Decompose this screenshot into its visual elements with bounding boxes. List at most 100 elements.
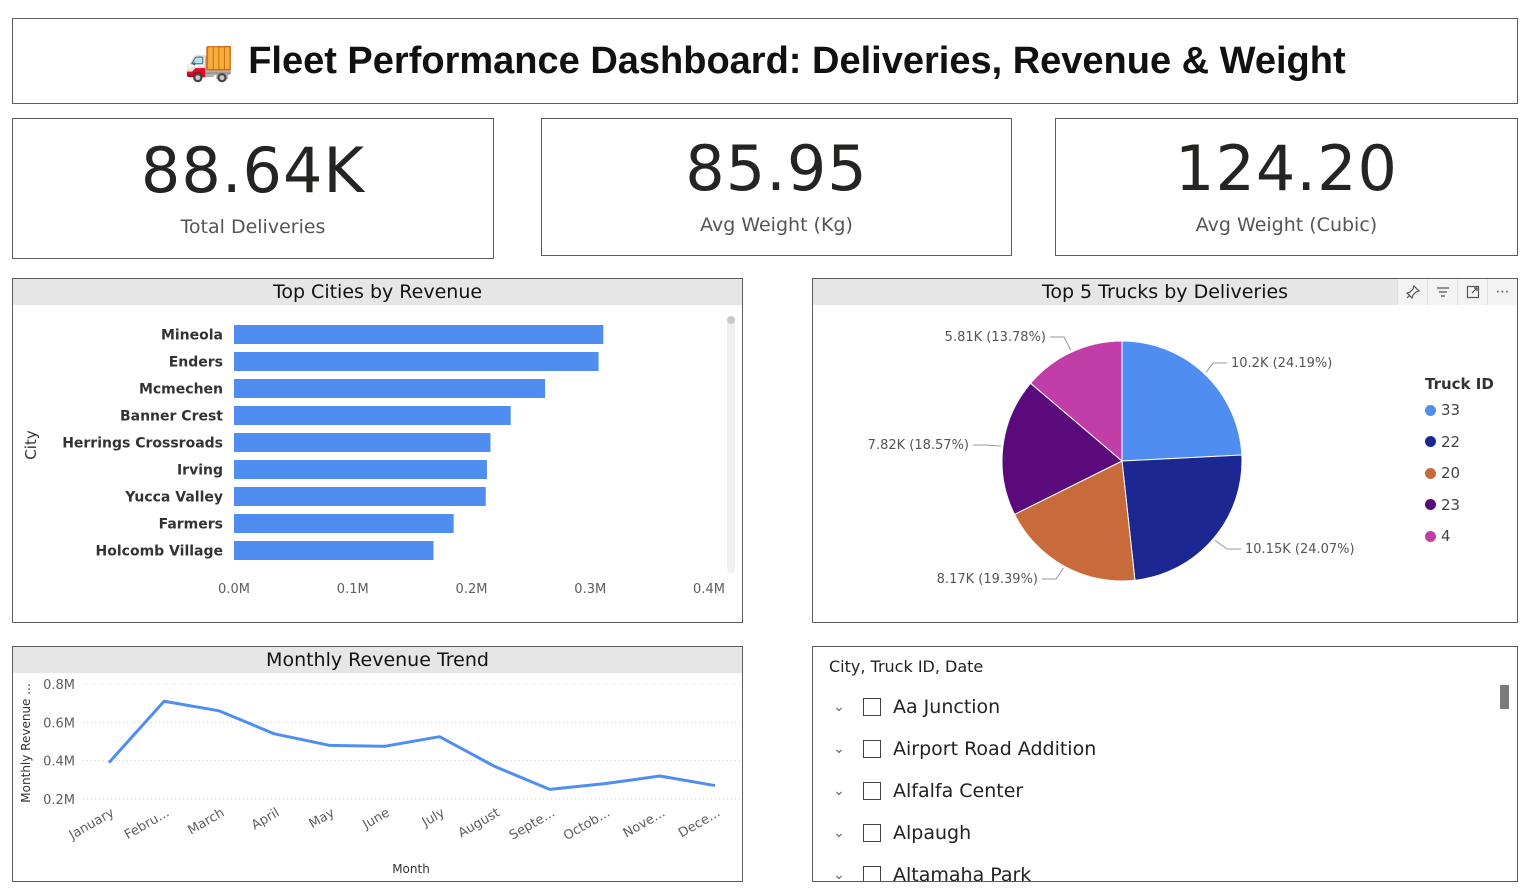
- x-tick-label: 0.1M: [337, 582, 369, 597]
- kpi-card-avg-weight-kg[interactable]: 85.95 Avg Weight (Kg): [541, 118, 1012, 256]
- kpi-value: 88.64K: [140, 133, 366, 207]
- legend-item[interactable]: 33: [1425, 401, 1460, 419]
- legend-label: 20: [1441, 464, 1461, 482]
- chevron-down-icon[interactable]: ⌄: [829, 699, 849, 715]
- top-trucks-deliveries-visual[interactable]: Top 5 Trucks by Deliveries ⋯ 10.2K (24.1…: [812, 278, 1518, 623]
- x-tick-label: August: [456, 805, 503, 841]
- legend-marker: [1425, 436, 1436, 447]
- slicer-item[interactable]: ⌄ Alfalfa Center: [829, 776, 1023, 806]
- bar: [234, 352, 599, 371]
- dashboard-title-bar: 🚚 Fleet Performance Dashboard: Deliverie…: [12, 18, 1518, 104]
- x-tick-label: July: [419, 805, 448, 830]
- bar: [234, 379, 546, 398]
- pie-slice: [1121, 454, 1243, 581]
- legend-label: 33: [1441, 401, 1461, 419]
- category-label: Holcomb Village: [96, 544, 223, 560]
- x-tick-label: Octob...: [561, 805, 613, 844]
- line-series: [107, 699, 716, 791]
- legend-item[interactable]: 22: [1425, 433, 1460, 451]
- category-label: Enders: [169, 355, 223, 371]
- slicer-item[interactable]: ⌄ Altamaha Park: [829, 860, 1032, 882]
- category-label: Herrings Crossroads: [62, 436, 223, 452]
- slicer-item-label: Aa Junction: [893, 696, 1001, 718]
- bar: [234, 433, 491, 452]
- kpi-value: 124.20: [1175, 132, 1398, 205]
- legend-marker: [1425, 499, 1436, 510]
- x-axis-title: Month: [392, 862, 430, 876]
- monthly-revenue-trend-visual[interactable]: Monthly Revenue Trend 0.2M 0.4M 0.6M 0.8M Ja…: [12, 646, 743, 882]
- leader-line: [1050, 336, 1072, 351]
- chevron-down-icon[interactable]: ⌄: [829, 867, 849, 881]
- data-label: 7.82K (18.57%): [868, 438, 969, 453]
- x-tick-label: March: [185, 805, 227, 838]
- slicer-item[interactable]: ⌄ Alpaugh: [829, 818, 971, 848]
- slicer-item[interactable]: ⌄ Airport Road Addition: [829, 734, 1096, 764]
- bar: [234, 460, 487, 479]
- slicer-item[interactable]: ⌄ Aa Junction: [829, 692, 1000, 722]
- legend-marker: [1425, 404, 1436, 416]
- slicer-checkbox[interactable]: [863, 782, 881, 800]
- x-tick-label: April: [249, 805, 282, 833]
- kpi-label: Avg Weight (Cubic): [1195, 214, 1378, 236]
- x-tick-label: Dece...: [676, 805, 723, 841]
- line-chart: 0.2M 0.4M 0.6M 0.8M January Febru... March Apri…: [19, 678, 741, 876]
- x-tick-label: 0.0M: [218, 582, 250, 597]
- truck-icon: 🚚: [184, 38, 235, 84]
- category-label: Banner Crest: [120, 409, 223, 425]
- data-label: 10.2K (24.19%): [1231, 356, 1332, 371]
- legend-item[interactable]: 23: [1425, 496, 1460, 514]
- focus-mode-icon[interactable]: [1457, 279, 1487, 305]
- bar: [234, 541, 434, 560]
- kpi-label: Total Deliveries: [180, 215, 326, 238]
- x-tick-label: January: [66, 805, 117, 843]
- x-tick-label: June: [360, 805, 393, 833]
- legend-title: Truck ID: [1425, 375, 1494, 393]
- leader-line: [1214, 539, 1241, 550]
- y-axis-title: City: [22, 430, 40, 460]
- slicer-checkbox[interactable]: [863, 740, 881, 758]
- top-cities-revenue-visual[interactable]: Top Cities by Revenue Mineola Enders Mcmec…: [12, 278, 743, 623]
- bar: [234, 325, 604, 344]
- chevron-down-icon[interactable]: ⌄: [829, 783, 849, 799]
- slicer-item-label: Altamaha Park: [893, 864, 1032, 882]
- slicer-checkbox[interactable]: [863, 698, 881, 716]
- x-tick-label: Septe...: [507, 805, 558, 843]
- filter-icon[interactable]: [1427, 279, 1457, 305]
- visual-toolbar: ⋯: [1397, 279, 1517, 305]
- kpi-card-avg-weight-cubic[interactable]: 124.20 Avg Weight (Cubic): [1055, 118, 1518, 256]
- leader-line: [1042, 567, 1064, 580]
- data-label: 10.15K (24.07%): [1245, 542, 1355, 557]
- scrollbar-thumb: [727, 316, 735, 324]
- slicer-header: City, Truck ID, Date: [829, 657, 984, 676]
- x-tick-label: Nove...: [621, 805, 668, 841]
- chevron-down-icon[interactable]: ⌄: [829, 741, 849, 757]
- bar: [234, 487, 486, 506]
- legend-label: 22: [1441, 432, 1461, 451]
- x-tick-label: 0.2M: [456, 582, 488, 597]
- chart-title: Top 5 Trucks by Deliveries: [1041, 281, 1289, 303]
- pin-icon[interactable]: [1397, 279, 1427, 305]
- legend-marker: [1425, 467, 1436, 479]
- y-tick-label: 0.2M: [43, 793, 75, 808]
- legend-item[interactable]: 20: [1425, 464, 1460, 482]
- chevron-down-icon[interactable]: ⌄: [829, 825, 849, 841]
- category-label: Yucca Valley: [124, 490, 223, 506]
- category-label: Mcmechen: [139, 382, 223, 398]
- kpi-value: 85.95: [685, 132, 868, 205]
- legend-label: 23: [1441, 495, 1461, 514]
- scrollbar-thumb[interactable]: [1500, 685, 1509, 709]
- pie-slice: [1121, 340, 1243, 462]
- x-tick-label: Febru...: [122, 805, 172, 842]
- kpi-label: Avg Weight (Kg): [700, 214, 853, 236]
- hierarchy-slicer[interactable]: City, Truck ID, Date ⌄ Aa Junction ⌄ Airpor…: [812, 646, 1518, 882]
- more-options-icon[interactable]: ⋯: [1487, 279, 1517, 305]
- x-tick-label: May: [307, 805, 338, 832]
- category-label: Mineola: [161, 328, 223, 344]
- slicer-checkbox[interactable]: [863, 824, 881, 842]
- kpi-card-total-deliveries[interactable]: 88.64K Total Deliveries: [12, 118, 494, 259]
- legend-item[interactable]: 4: [1425, 527, 1451, 545]
- leader-line: [973, 444, 1001, 447]
- slicer-checkbox[interactable]: [863, 866, 881, 881]
- data-label: 8.17K (19.39%): [937, 572, 1038, 587]
- legend-label: 4: [1441, 527, 1451, 545]
